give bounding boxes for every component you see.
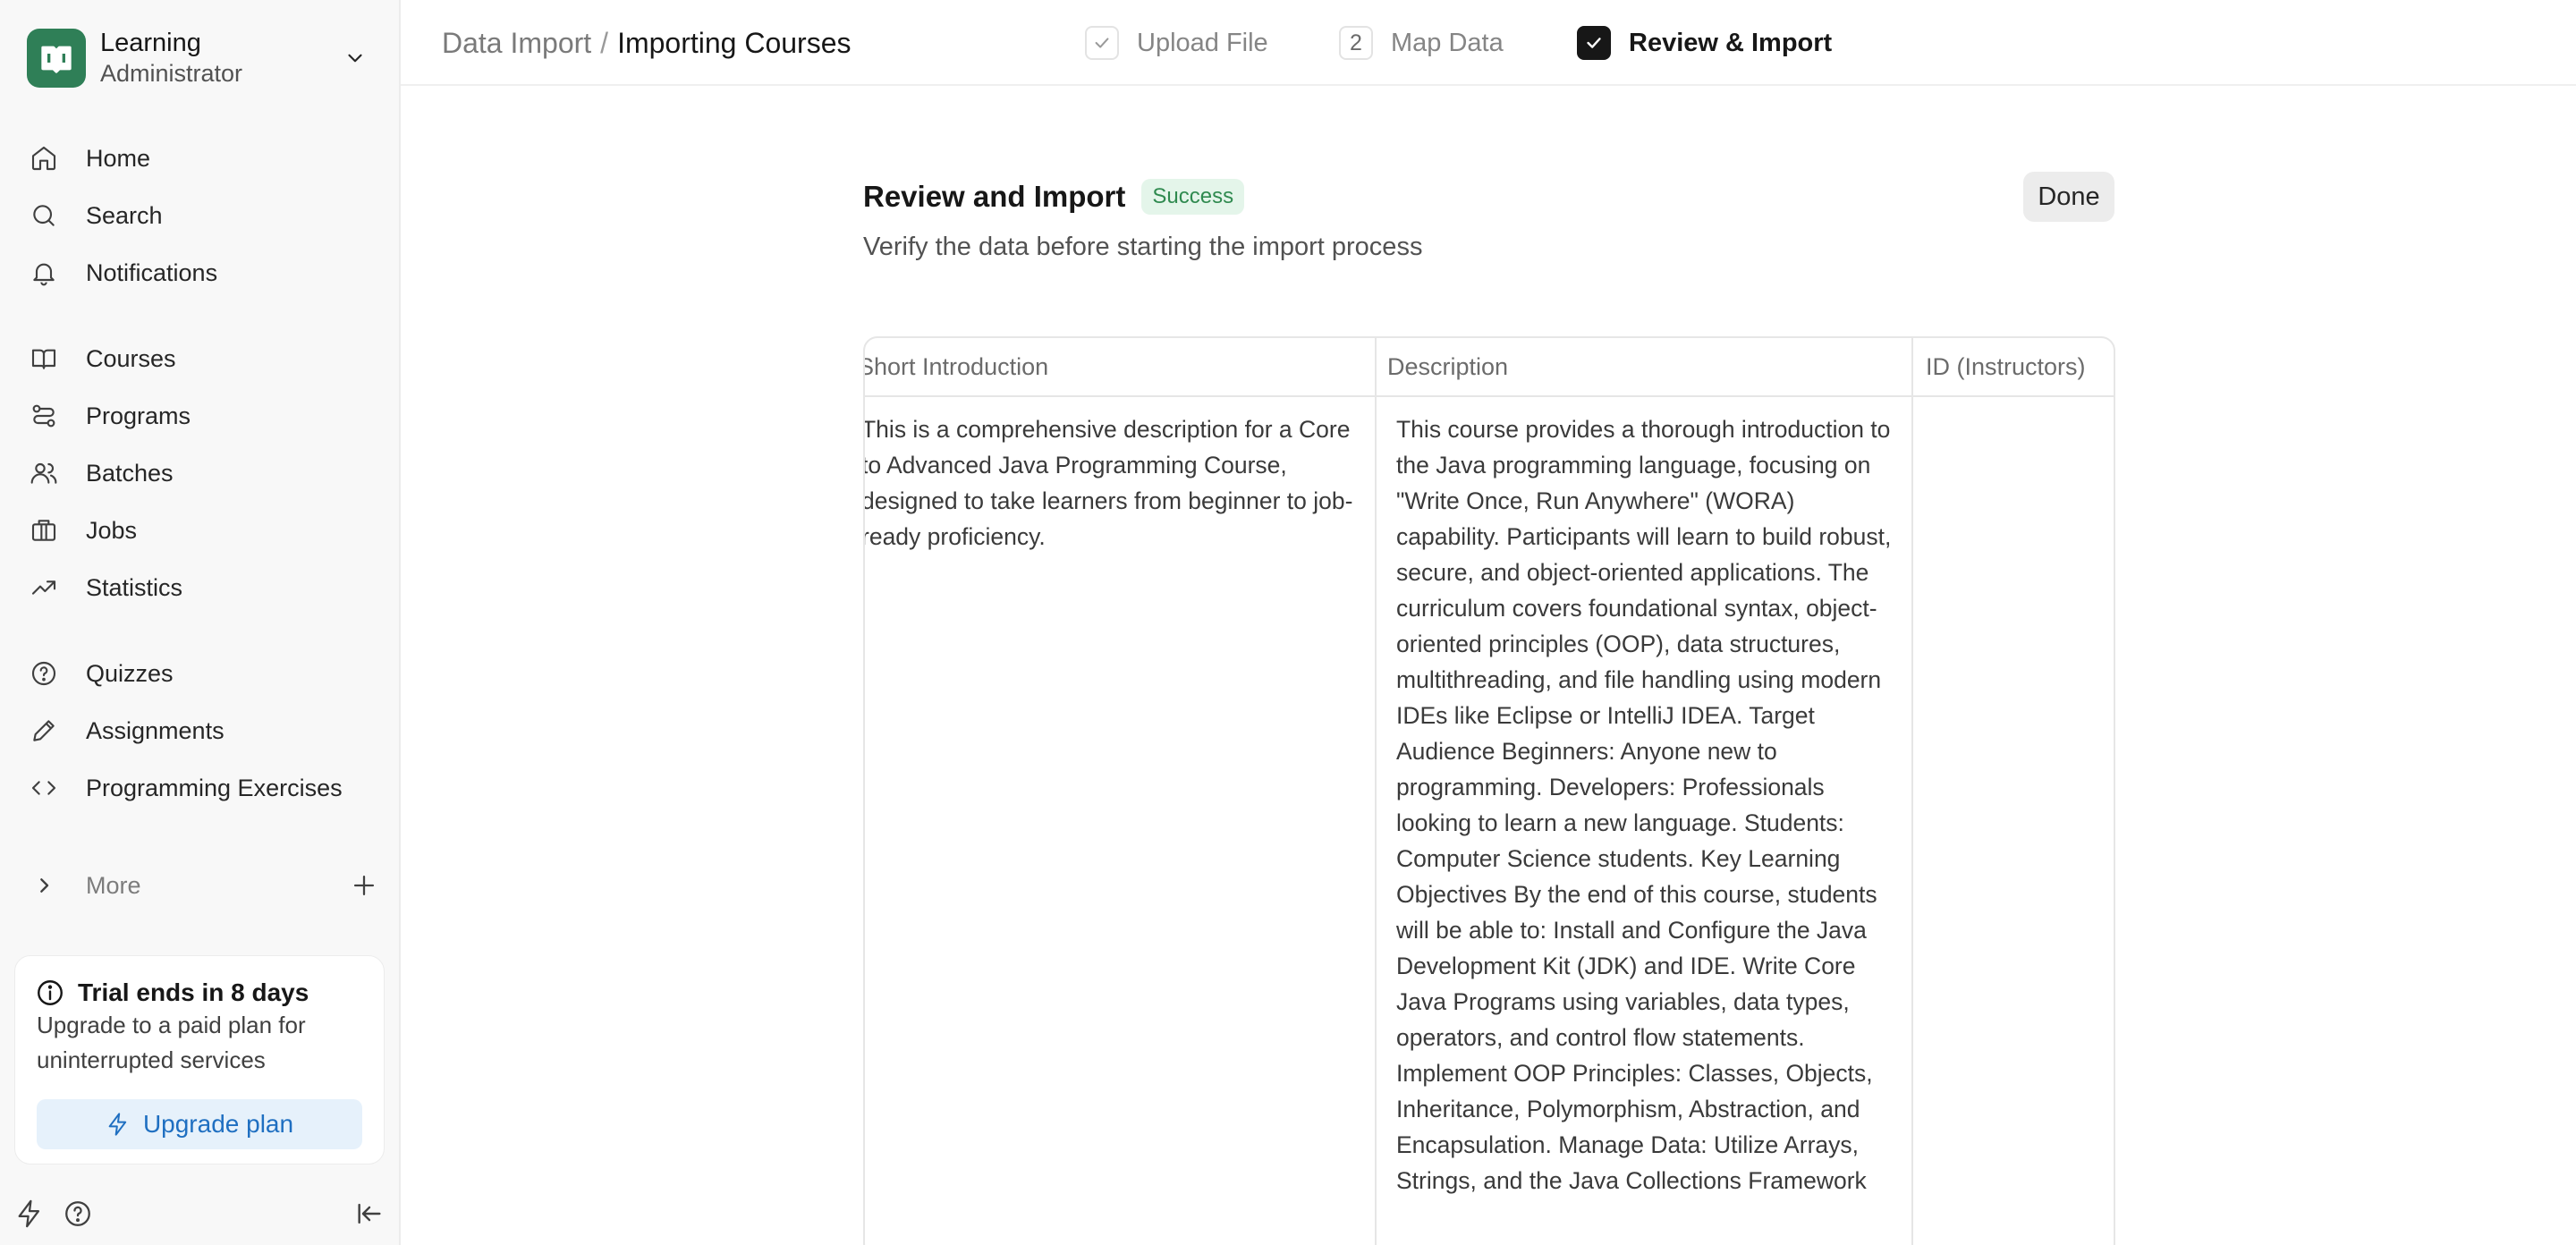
breadcrumb-current: Importing Courses — [617, 27, 852, 59]
sidebar-item-label: Quizzes — [86, 659, 174, 687]
breadcrumb: Data Import / Importing Courses — [442, 27, 852, 60]
column-divider — [1375, 338, 1377, 1245]
column-divider — [1911, 338, 1913, 1245]
upgrade-plan-button[interactable]: Upgrade plan — [37, 1099, 362, 1149]
sidebar-item-search[interactable]: Search — [29, 191, 379, 241]
sidebar-item-notifications[interactable]: Notifications — [29, 248, 379, 298]
breadcrumb-parent[interactable]: Data Import — [442, 27, 591, 60]
sidebar-more-toggle[interactable]: More — [29, 860, 379, 910]
users-icon — [29, 458, 59, 488]
cell-description: This course provides a thorough introduc… — [1396, 416, 1892, 1194]
sidebar-item-statistics[interactable]: Statistics — [29, 563, 379, 613]
sidebar-item-label: Jobs — [86, 516, 138, 544]
help-icon[interactable] — [63, 1198, 93, 1229]
workspace-switcher[interactable]: Learning Administrator — [27, 27, 374, 89]
status-badge: Success — [1141, 179, 1245, 215]
sidebar-item-label: Home — [86, 144, 151, 172]
trial-title: Trial ends in 8 days — [78, 978, 309, 1006]
briefcase-icon — [29, 515, 59, 546]
page-title: Review and Import — [863, 180, 1126, 213]
home-icon — [29, 143, 59, 174]
workspace-role: Administrator — [100, 60, 243, 88]
cell-short-introduction: This is a comprehensive description for … — [863, 416, 1353, 550]
search-icon — [29, 200, 59, 231]
route-icon — [29, 401, 59, 431]
sidebar: Learning Administrator Home Search Notif… — [0, 0, 401, 1245]
page-subtitle: Verify the data before starting the impo… — [863, 233, 1423, 261]
done-button[interactable]: Done — [2023, 172, 2114, 222]
collapse-sidebar-icon[interactable] — [354, 1198, 385, 1229]
upgrade-plan-label: Upgrade plan — [142, 1110, 294, 1138]
step-label: Map Data — [1391, 28, 1504, 57]
sidebar-item-label: Courses — [86, 344, 176, 372]
step-label: Upload File — [1137, 28, 1268, 57]
book-icon — [29, 343, 59, 374]
step-number: 2 — [1339, 26, 1373, 60]
sidebar-item-programming-exercises[interactable]: Programming Exercises — [29, 763, 379, 813]
info-icon — [38, 980, 63, 1005]
sidebar-item-label: Assignments — [86, 716, 225, 744]
step-map-data[interactable]: 2 Map Data — [1339, 25, 1504, 61]
breadcrumb-separator: / — [600, 27, 609, 59]
check-icon — [1577, 26, 1611, 60]
sidebar-item-label: Programs — [86, 402, 191, 429]
plus-icon[interactable] — [349, 870, 379, 901]
help-circle-icon — [29, 658, 59, 689]
book-logo-icon — [27, 29, 86, 88]
sidebar-item-label: Batches — [86, 459, 174, 487]
pencil-icon — [29, 716, 59, 746]
check-icon — [1085, 26, 1119, 60]
top-bar: Data Import / Importing Courses Upload F… — [401, 0, 2576, 86]
sidebar-item-courses[interactable]: Courses — [29, 334, 379, 384]
sidebar-item-jobs[interactable]: Jobs — [29, 505, 379, 555]
sidebar-item-home[interactable]: Home — [29, 133, 379, 183]
lightning-icon — [108, 1113, 127, 1136]
import-preview-table[interactable]: Short Introduction Description ID (Instr… — [863, 336, 2115, 1245]
sidebar-item-label: Statistics — [86, 573, 183, 601]
workspace-title: Learning — [100, 29, 201, 58]
step-review-import[interactable]: Review & Import — [1577, 25, 1832, 61]
sidebar-item-assignments[interactable]: Assignments — [29, 706, 379, 756]
sidebar-item-label: Search — [86, 201, 163, 229]
trial-card: Trial ends in 8 days Upgrade to a paid p… — [14, 955, 385, 1165]
sidebar-item-programs[interactable]: Programs — [29, 391, 379, 441]
lightning-icon[interactable] — [14, 1198, 45, 1229]
sidebar-item-label: Notifications — [86, 258, 218, 286]
chevron-down-icon[interactable] — [343, 47, 367, 70]
chevron-right-icon — [29, 870, 59, 901]
code-icon — [29, 773, 59, 803]
column-header-description: Description — [1387, 352, 1509, 380]
sidebar-item-quizzes[interactable]: Quizzes — [29, 648, 379, 699]
column-header-short-introduction: Short Introduction — [863, 352, 1049, 380]
trending-up-icon — [29, 572, 59, 603]
step-upload-file[interactable]: Upload File — [1085, 25, 1268, 61]
column-header-instructors: ID (Instructors) — [1926, 352, 2086, 380]
bell-icon — [29, 258, 59, 288]
sidebar-item-label: Programming Exercises — [86, 774, 343, 801]
header-divider — [865, 395, 2114, 397]
trial-text: Upgrade to a paid plan for uninterrupted… — [37, 1012, 306, 1073]
sidebar-item-batches[interactable]: Batches — [29, 448, 379, 498]
more-label: More — [86, 871, 141, 899]
step-label: Review & Import — [1629, 28, 1833, 57]
